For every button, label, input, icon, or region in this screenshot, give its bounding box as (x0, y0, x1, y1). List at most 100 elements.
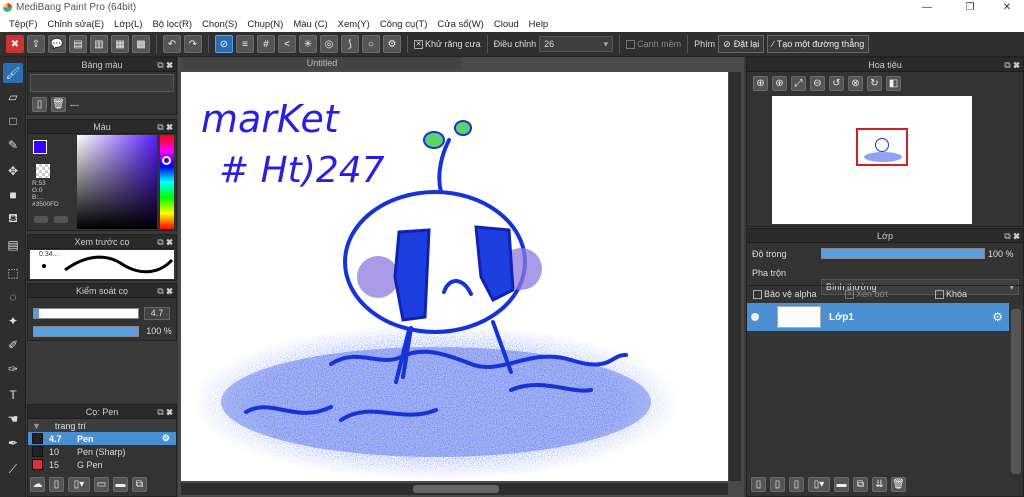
size-value[interactable]: 4.7 (144, 307, 170, 320)
opacity-slider[interactable] (33, 326, 139, 337)
navigator-thumbnail[interactable] (772, 96, 972, 224)
undo-icon[interactable]: ↶ (163, 35, 181, 53)
select-eraser-icon[interactable]: ✑ (3, 359, 23, 379)
copy-brush-icon[interactable]: ▭ (94, 477, 109, 492)
color-mode-button[interactable] (34, 216, 48, 223)
rotate-left-icon[interactable]: ↺ (829, 76, 844, 91)
straight-line-button[interactable]: ∕ Tạo một đường thẳng (767, 35, 870, 53)
eraser-tool-icon[interactable]: ▱ (3, 87, 23, 107)
layer-scrollbar[interactable] (1011, 309, 1021, 474)
gear-icon[interactable]: ⚙ (162, 433, 176, 444)
close-button[interactable]: ✕ (992, 0, 1022, 16)
protect-alpha-checkbox[interactable]: Bảo vệ alpha (753, 289, 817, 300)
layer-folder-icon[interactable]: ▬ (834, 477, 849, 492)
brush-item[interactable]: 10 Pen (Sharp) (28, 445, 176, 458)
vector-brush-icon[interactable]: ✎ (3, 135, 23, 155)
merge-down-icon[interactable]: ⇊ (872, 477, 887, 492)
layer-opacity-slider[interactable] (821, 248, 985, 259)
select-pen-icon[interactable]: ✐ (3, 335, 23, 355)
menu-snap[interactable]: Chụp(N) (242, 19, 288, 30)
menu-cloud[interactable]: Cloud (489, 19, 524, 30)
radial-snap-icon[interactable]: ✳ (299, 35, 317, 53)
parallel-snap-icon[interactable]: ≡ (236, 35, 254, 53)
antialias-checkbox[interactable]: ✕ Khử răng cưa (414, 39, 481, 50)
hue-slider[interactable] (160, 135, 174, 229)
zoom-out-icon[interactable]: ⊖ (810, 76, 825, 91)
adjust-dropdown[interactable]: 26 (539, 36, 614, 52)
brush-item[interactable]: 4.7 Pen ⚙ (28, 432, 176, 445)
brush-item[interactable]: 15 G Pen (28, 458, 176, 471)
visibility-eye-icon[interactable] (751, 313, 759, 321)
vanishing-snap-icon[interactable]: < (278, 35, 296, 53)
panel-close-icon[interactable]: ⧉ ✖ (157, 235, 173, 249)
circle-snap-icon[interactable]: ◎ (320, 35, 338, 53)
maximize-button[interactable]: ❐ (955, 0, 985, 16)
reset-button[interactable]: ⊘ Đặt lại (718, 35, 765, 53)
color-swap-button[interactable] (54, 216, 68, 223)
palette-list[interactable] (30, 74, 174, 92)
snap-off-icon[interactable]: ⊘ (215, 35, 233, 53)
horizontal-scrollbar[interactable] (181, 483, 728, 495)
new-8bit-layer-icon[interactable]: ▯ (770, 477, 785, 492)
document-tab[interactable]: Untitled (182, 57, 462, 70)
curve-snap-icon[interactable]: ⟆ (341, 35, 359, 53)
redo-icon[interactable]: ↷ (184, 35, 202, 53)
brush-menu-icon[interactable]: ▯▾ (68, 477, 90, 492)
panel-close-icon[interactable]: ⧉ ✖ (1004, 229, 1020, 243)
panel-close-icon[interactable]: ⧉ ✖ (157, 58, 173, 72)
cross-snap-icon[interactable]: # (257, 35, 275, 53)
menu-help[interactable]: Help (524, 19, 554, 30)
page-icon[interactable]: ▥ (90, 35, 108, 53)
menu-edit[interactable]: Chỉnh sửa(E) (43, 19, 110, 30)
menu-view[interactable]: Xem(Y) (333, 19, 375, 30)
new-layer-icon[interactable]: ▯ (751, 477, 766, 492)
layer-menu-icon[interactable]: ▯▾ (808, 477, 830, 492)
zoom-in-icon[interactable]: ⊕ (753, 76, 768, 91)
clip-checkbox[interactable]: ✕ Xén bớt (845, 289, 888, 300)
panel-close-icon[interactable]: ⧉ ✖ (1004, 58, 1020, 72)
brush-group[interactable]: ▼ trang trí (28, 419, 176, 432)
panel-close-icon[interactable]: ⧉ ✖ (157, 284, 173, 298)
zoom-plus-icon[interactable]: ⊕ (772, 76, 787, 91)
transparent-swatch[interactable] (36, 164, 50, 178)
duplicate-icon[interactable]: ⧉ (132, 477, 147, 492)
snap-settings-icon[interactable]: ⚙ (383, 35, 401, 53)
share-icon[interactable]: ⇪ (27, 35, 45, 53)
lock-checkbox[interactable]: Khóa (935, 289, 967, 300)
soft-edge-checkbox[interactable]: Cạnh mềm (626, 39, 681, 50)
new-1bit-layer-icon[interactable]: ▯ (789, 477, 804, 492)
scroll-thumb[interactable] (413, 485, 499, 493)
size-slider[interactable] (33, 308, 139, 319)
menu-layer[interactable]: Lớp(L) (109, 19, 147, 30)
bucket-tool-icon[interactable]: ⛾ (3, 209, 23, 229)
document-icon[interactable]: ▤ (69, 35, 87, 53)
vertical-scrollbar[interactable] (729, 72, 741, 481)
minimize-button[interactable]: — (912, 0, 942, 16)
duplicate-layer-icon[interactable]: ⧉ (853, 477, 868, 492)
viewport-rect[interactable] (856, 128, 908, 166)
panel-close-icon[interactable]: ⧉ ✖ (157, 120, 173, 134)
drawing-canvas[interactable]: marKet # Ht)247 (181, 72, 728, 481)
menu-filter[interactable]: Bộ lọc(R) (147, 19, 197, 30)
menu-color[interactable]: Màu (C) (288, 19, 332, 30)
saturation-value-picker[interactable] (77, 135, 157, 229)
grid-icon[interactable]: ▩ (132, 35, 150, 53)
dot-tool-icon[interactable]: □ (3, 111, 23, 131)
new-palette-icon[interactable]: ▯ (32, 97, 47, 112)
text-tool-icon[interactable]: T (3, 385, 23, 405)
rotate-reset-icon[interactable]: ⊗ (848, 76, 863, 91)
fit-icon[interactable]: ⤢ (791, 76, 806, 91)
rotate-right-icon[interactable]: ↻ (867, 76, 882, 91)
flip-icon[interactable]: ◧ (886, 76, 901, 91)
comment-icon[interactable]: 💬 (48, 35, 66, 53)
eyedropper-icon[interactable]: ⟋ (3, 459, 23, 479)
main-color-swatch[interactable] (33, 140, 47, 154)
fill-shape-icon[interactable]: ■ (3, 185, 23, 205)
menu-tools[interactable]: Công cụ(T) (375, 19, 433, 30)
folder-icon[interactable]: ▬ (113, 477, 128, 492)
select-rect-icon[interactable]: ⬚ (3, 263, 23, 283)
template-icon[interactable]: ▦ (111, 35, 129, 53)
operation-tool-icon[interactable]: ☚ (3, 409, 23, 429)
lasso-icon[interactable]: ◌ (3, 287, 23, 307)
blur-tool-icon[interactable]: ✒ (3, 433, 23, 453)
